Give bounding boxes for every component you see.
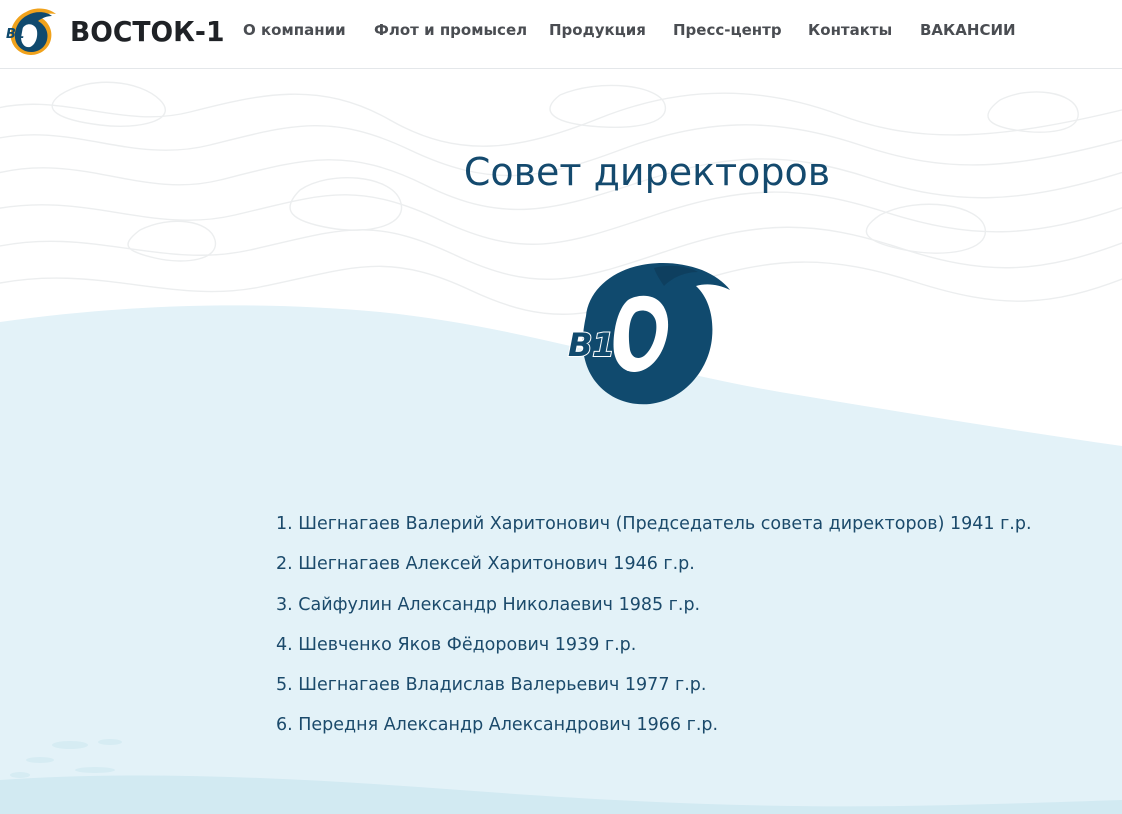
nav-item-press[interactable]: Пресс-центр xyxy=(673,21,782,39)
page-title: Совет директоров xyxy=(463,150,831,194)
board-logo-icon: В1 xyxy=(567,262,730,405)
director-item: 4. Шевченко Яков Фёдорович 1939 г.р. xyxy=(276,634,637,655)
nav-item-fleet[interactable]: Флот и промысел xyxy=(374,21,527,39)
director-item: 6. Передня Александр Александрович 1966 … xyxy=(276,715,719,736)
hero-logo-text: В1 xyxy=(568,326,615,364)
nav-item-contacts[interactable]: Контакты xyxy=(808,21,892,39)
director-item: 3. Сайфулин Александр Николаевич 1985 г.… xyxy=(276,594,701,615)
main-nav: О компании Флот и промысел Продукция Пре… xyxy=(0,0,1122,62)
nav-item-vacancies[interactable]: ВАКАНСИИ xyxy=(920,21,1016,39)
director-item: 2. Шегнагаев Алексей Харитонович 1946 г.… xyxy=(276,554,695,575)
directors-list: 1. Шегнагаев Валерий Харитонович (Предсе… xyxy=(276,510,1032,752)
page: В1 ВОСТОК-1 О компании Флот и промысел П… xyxy=(0,0,1122,814)
director-item: 1. Шегнагаев Валерий Харитонович (Предсе… xyxy=(276,514,1032,534)
site-header: В1 ВОСТОК-1 О компании Флот и промысел П… xyxy=(0,0,1122,69)
nav-item-about[interactable]: О компании xyxy=(243,21,346,39)
nav-item-products[interactable]: Продукция xyxy=(549,21,646,39)
director-item: 5. Шегнагаев Владислав Валерьевич 1977 г… xyxy=(276,675,707,696)
topographic-pattern xyxy=(0,81,1122,315)
